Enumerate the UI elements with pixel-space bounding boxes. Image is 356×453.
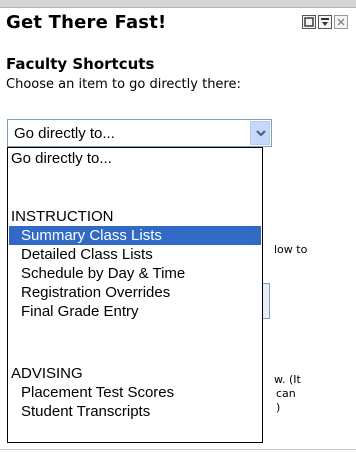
dropdown-listbox: Go directly to... INSTRUCTION Summary Cl…	[7, 147, 263, 443]
select-value: Go directly to...	[14, 125, 115, 142]
minimize-icon[interactable]	[302, 15, 316, 29]
chevron-down-icon	[256, 130, 266, 137]
dropdown-group-label: ADVISING	[11, 365, 83, 382]
obscured-text: can	[276, 387, 296, 400]
dropdown-toggle[interactable]	[250, 121, 270, 145]
section-subtitle: Faculty Shortcuts	[6, 55, 155, 73]
portlet-top-border	[0, 0, 356, 8]
close-icon[interactable]	[334, 15, 348, 29]
dropdown-option[interactable]: Final Grade Entry	[9, 302, 261, 321]
dropdown-option-highlighted[interactable]: Summary Class Lists	[9, 226, 261, 245]
dropdown-separator	[9, 321, 261, 340]
obscured-text: low to	[274, 243, 308, 256]
section-description: Choose an item to go directly there:	[6, 77, 241, 92]
dropdown-option[interactable]: Placement Test Scores	[9, 383, 261, 402]
obscured-text: w. (It	[274, 373, 301, 386]
obscured-control	[262, 283, 270, 319]
dropdown-group-label: INSTRUCTION	[11, 208, 114, 225]
maximize-icon[interactable]	[318, 15, 332, 29]
window-controls	[302, 15, 348, 29]
portlet-title: Get There Fast!	[6, 12, 167, 33]
portlet-bottom-border	[0, 449, 356, 450]
dropdown-option[interactable]: Go directly to...	[9, 149, 261, 168]
obscured-text: )	[276, 401, 281, 414]
dropdown-option[interactable]: Schedule by Day & Time	[9, 264, 261, 283]
dropdown-option[interactable]: Student Transcripts	[9, 402, 261, 421]
shortcut-select[interactable]: Go directly to...	[7, 119, 272, 147]
dropdown-option[interactable]: Registration Overrides	[9, 283, 261, 302]
dropdown-option[interactable]: Detailed Class Lists	[9, 245, 261, 264]
dropdown-separator	[9, 168, 261, 187]
